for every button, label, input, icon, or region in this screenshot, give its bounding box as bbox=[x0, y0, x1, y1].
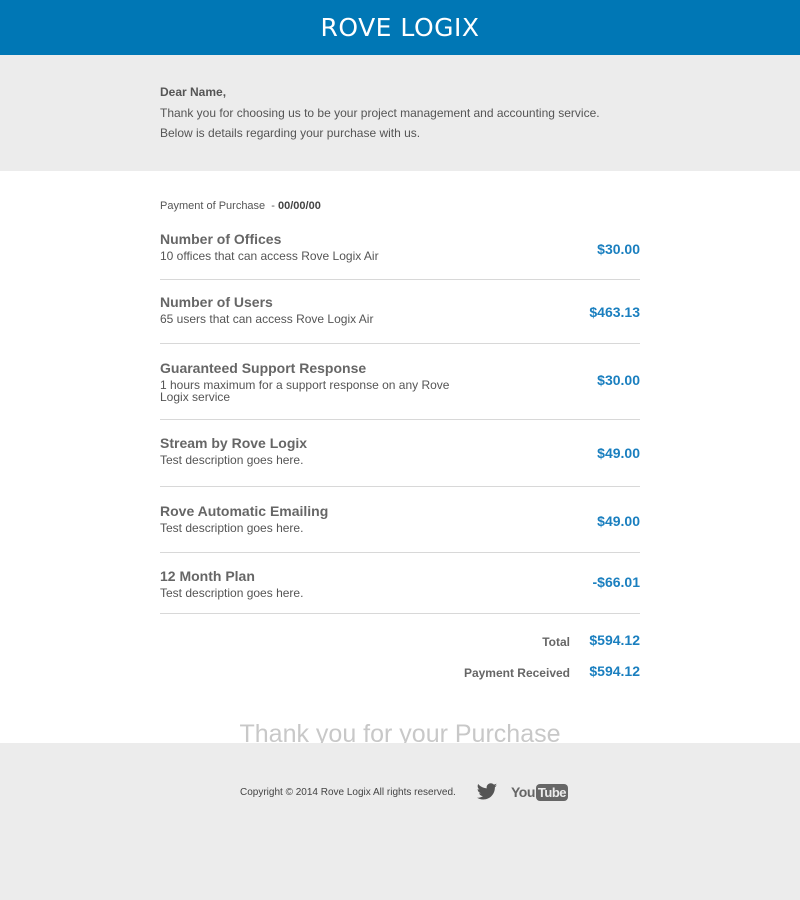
total-value: $594.12 bbox=[589, 632, 640, 648]
intro-section: Dear Name, Thank you for choosing us to … bbox=[0, 55, 800, 171]
greeting: Dear Name, bbox=[160, 85, 227, 99]
payment-received-label: Payment Received bbox=[463, 666, 570, 680]
total-label: Total bbox=[542, 635, 570, 649]
line-item: Stream by Rove Logix Test description go… bbox=[160, 419, 640, 487]
line-item: Guaranteed Support Response 1 hours maxi… bbox=[160, 343, 640, 420]
item-description: Test description goes here. bbox=[160, 521, 304, 535]
payment-received-value: $594.12 bbox=[589, 663, 640, 679]
twitter-icon[interactable] bbox=[476, 781, 498, 803]
youtube-icon[interactable]: You Tube bbox=[511, 781, 568, 803]
item-price: -$66.01 bbox=[592, 574, 640, 590]
item-description: Test description goes here. bbox=[160, 586, 304, 600]
intro-line-1: Thank you for choosing us to be your pro… bbox=[160, 106, 600, 120]
line-item: Number of Users 65 users that can access… bbox=[160, 279, 640, 344]
item-price: $49.00 bbox=[597, 445, 640, 461]
item-price: $30.00 bbox=[597, 372, 640, 388]
line-item: 12 Month Plan Test description goes here… bbox=[160, 552, 640, 614]
item-price: $49.00 bbox=[597, 513, 640, 529]
item-name: Guaranteed Support Response bbox=[160, 360, 367, 376]
item-name: Rove Automatic Emailing bbox=[160, 503, 329, 519]
header-bar: ROVE LOGIX bbox=[0, 0, 800, 55]
line-item: Rove Automatic Emailing Test description… bbox=[160, 486, 640, 553]
youtube-you-text: You bbox=[511, 784, 535, 800]
youtube-tube-text: Tube bbox=[535, 783, 568, 801]
item-description: Test description goes here. bbox=[160, 453, 304, 467]
twitter-bird-icon bbox=[476, 783, 498, 800]
rove-logix-logo[interactable]: ROVE LOGIX bbox=[320, 13, 479, 42]
total-row: Total $594.12 bbox=[160, 632, 640, 652]
purchase-details: Payment of Purchase - 00/00/00 Number of… bbox=[0, 171, 800, 748]
purchase-heading: Payment of Purchase - 00/00/00 bbox=[160, 200, 321, 212]
item-price: $463.13 bbox=[589, 304, 640, 320]
line-item: Number of Offices 10 offices that can ac… bbox=[160, 229, 640, 280]
item-name: 12 Month Plan bbox=[160, 568, 255, 584]
item-name: Stream by Rove Logix bbox=[160, 435, 308, 451]
payment-received-row: Payment Received $594.12 bbox=[160, 663, 640, 683]
purchase-label: Payment of Purchase - bbox=[160, 200, 278, 212]
item-description: 1 hours maximum for a support response o… bbox=[160, 378, 450, 404]
purchase-date: 00/00/00 bbox=[278, 200, 321, 212]
item-description: 10 offices that can access Rove Logix Ai… bbox=[160, 249, 379, 263]
copyright-text: Copyright © 2014 Rove Logix All rights r… bbox=[240, 787, 456, 798]
item-price: $30.00 bbox=[597, 241, 640, 257]
footer: Copyright © 2014 Rove Logix All rights r… bbox=[0, 743, 800, 900]
intro-line-2: Below is details regarding your purchase… bbox=[160, 126, 421, 140]
item-name: Number of Offices bbox=[160, 231, 282, 247]
item-description: 65 users that can access Rove Logix Air bbox=[160, 312, 374, 326]
item-name: Number of Users bbox=[160, 294, 273, 310]
